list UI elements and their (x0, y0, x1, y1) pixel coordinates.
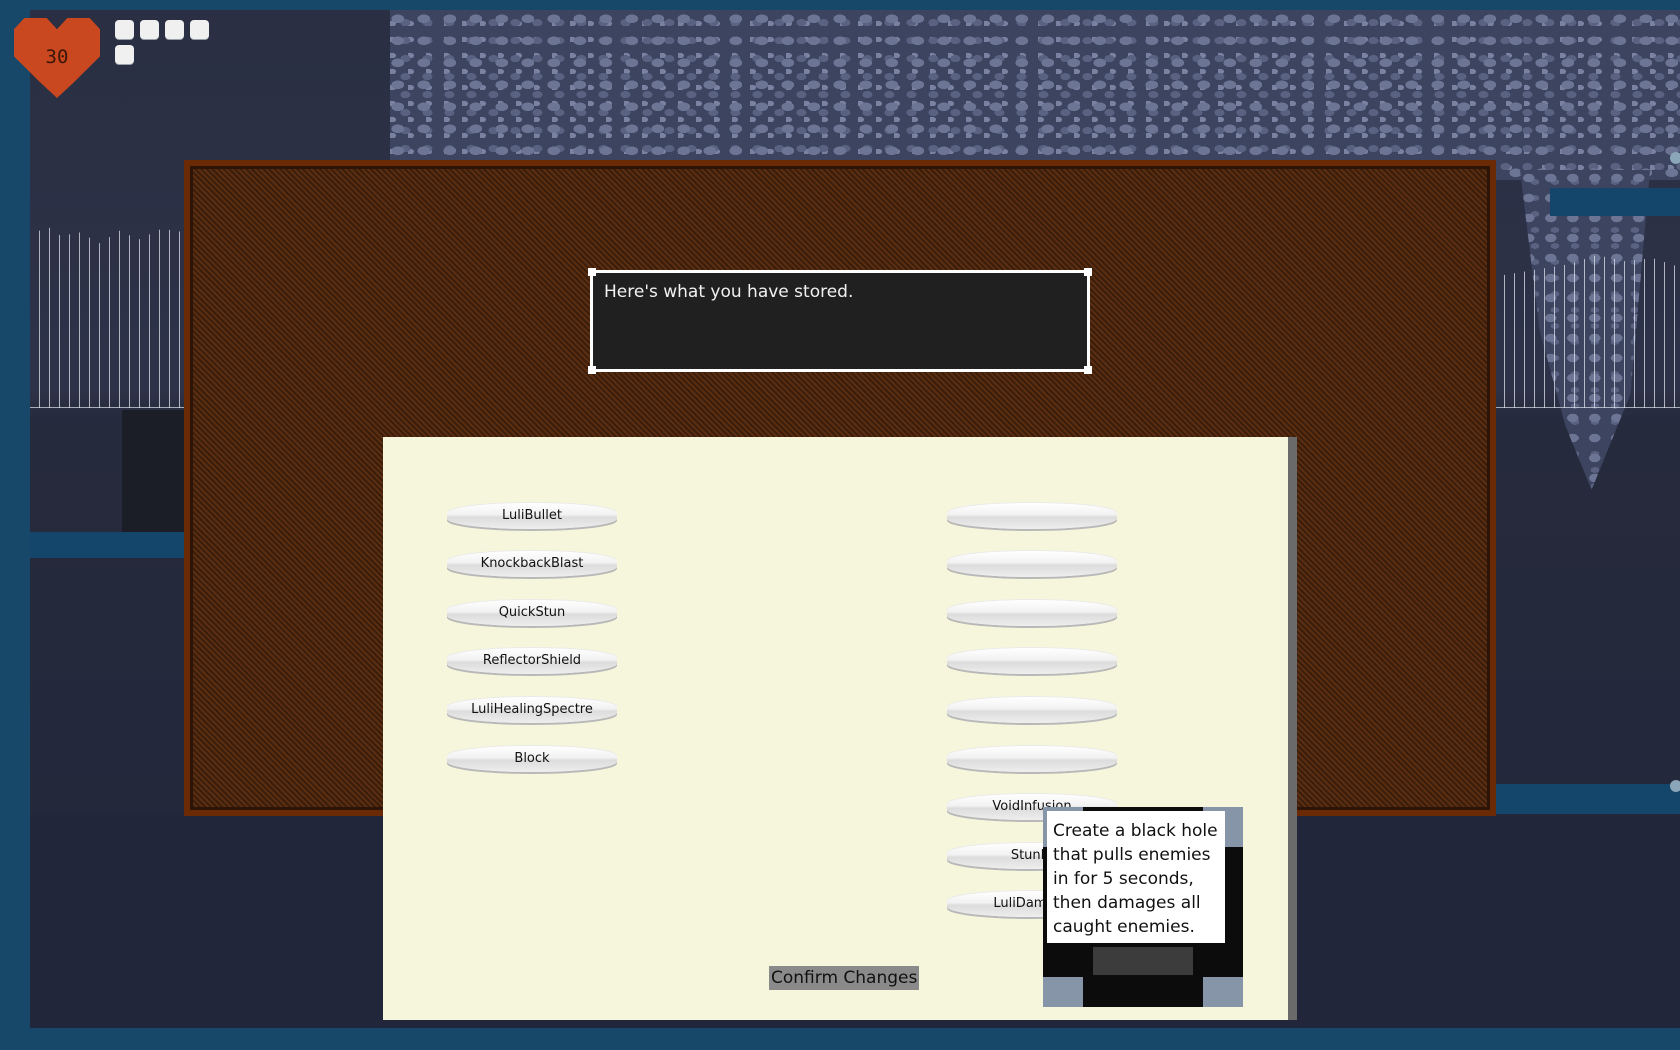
ability-slot-right-empty[interactable] (947, 697, 1117, 723)
ability-slot-right-empty[interactable] (947, 551, 1117, 577)
ability-slot-left[interactable]: ReflectorShield (447, 648, 617, 674)
dialog-corner (1084, 366, 1092, 374)
dialog-corner (1084, 268, 1092, 276)
tooltip-frame-inner (1093, 947, 1193, 975)
wall-marker-dot (1670, 152, 1680, 164)
iron-bars-right (1495, 255, 1680, 408)
confirm-changes-button[interactable]: Confirm Changes (769, 966, 920, 990)
dialog-text: Here's what you have stored. (604, 282, 854, 302)
ability-slot-left[interactable]: KnockbackBlast (447, 551, 617, 577)
ledge-top-right (1550, 188, 1680, 216)
doorway (122, 410, 185, 532)
ability-slot-right-empty[interactable] (947, 648, 1117, 674)
ability-slot-right-empty[interactable] (947, 746, 1117, 772)
dialog-box: Here's what you have stored. (588, 268, 1092, 374)
energy-pip (190, 20, 209, 39)
ledge-left (30, 532, 185, 558)
ability-slot-left[interactable]: Block (447, 746, 617, 772)
ability-slot-right-empty[interactable] (947, 503, 1117, 529)
ledge-bottom-right (1490, 784, 1680, 814)
wall-marker-dot (1670, 780, 1680, 792)
cave-ceiling-rocks (390, 10, 1680, 180)
dialog-corner (588, 366, 596, 374)
energy-pip (115, 45, 134, 64)
iron-bars-left (30, 225, 185, 408)
energy-pip (140, 20, 159, 39)
tooltip-description: Create a black hole that pulls enemies i… (1047, 811, 1225, 943)
ability-slot-right-empty[interactable] (947, 600, 1117, 626)
health-value: 30 (45, 46, 69, 68)
ability-tooltip: Create a black hole that pulls enemies i… (1043, 807, 1243, 1007)
ability-slot-left[interactable]: QuickStun (447, 600, 617, 626)
dialog-corner (588, 268, 596, 276)
energy-pip (165, 20, 184, 39)
ability-slot-left[interactable]: LuliBullet (447, 503, 617, 529)
ability-slot-left[interactable]: LuliHealingSpectre (447, 697, 617, 723)
energy-pip (115, 20, 134, 39)
